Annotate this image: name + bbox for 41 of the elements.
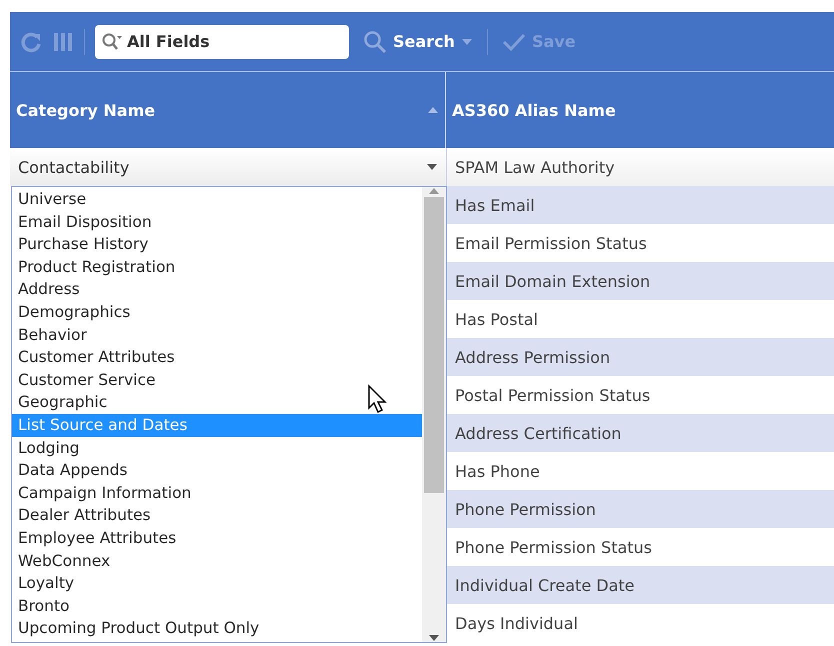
dropdown-option[interactable]: Customer Attributes <box>12 346 422 369</box>
table-cell: Has Email <box>446 186 834 224</box>
scroll-down-icon <box>428 634 440 642</box>
search-button[interactable]: Search <box>359 24 477 58</box>
column-header[interactable]: Category Name <box>10 72 446 148</box>
search-field[interactable]: All Fields <box>95 24 349 58</box>
dropdown-value: Contactability <box>18 158 130 176</box>
dropdown-option[interactable]: Loyalty <box>12 572 422 595</box>
dropdown-option[interactable]: Purchase History <box>12 233 422 256</box>
dropdown-option[interactable]: Product Registration <box>12 256 422 278</box>
caret-icon <box>426 163 438 171</box>
dropdown-option[interactable]: Lodging <box>12 436 422 460</box>
table-cell: Address Permission <box>446 338 834 376</box>
dropdown-option[interactable]: Universe <box>12 188 422 211</box>
dropdown-option[interactable]: Bronto <box>12 594 422 618</box>
header-label: AS360 Alias Name <box>452 100 616 120</box>
column-header[interactable]: AS360 Alias Name <box>446 72 834 148</box>
dropdown-option[interactable]: Geographic <box>12 391 422 414</box>
dropdown-option[interactable]: Address <box>12 278 422 301</box>
table-cell: Phone Permission <box>446 490 834 528</box>
search-icon <box>363 30 387 54</box>
scrollbar[interactable] <box>422 187 446 642</box>
dropdown-option[interactable]: WebConnex <box>12 550 422 572</box>
dropdown-option[interactable]: Customer Service <box>12 368 422 392</box>
dropdown-option[interactable]: Email Disposition <box>12 210 422 234</box>
search-options-icon[interactable] <box>101 32 123 52</box>
dropdown-option[interactable]: Demographics <box>12 300 422 324</box>
table-cell: SPAM Law Authority <box>446 148 834 186</box>
table-cell: Email Domain Extension <box>446 262 834 300</box>
check-icon <box>502 32 526 52</box>
header-label: Category Name <box>16 100 156 120</box>
dropdown-option[interactable]: Behavior <box>12 324 422 346</box>
cursor-icon <box>367 384 389 414</box>
dropdown-option[interactable]: Employee Attributes <box>12 526 422 550</box>
dropdown-option[interactable]: Dealer Attributes <box>12 504 422 527</box>
dropdown-option[interactable]: Upcoming Product Output Only <box>12 617 422 640</box>
table-cell: Individual Create Date <box>446 566 834 604</box>
caret-icon <box>460 38 473 46</box>
table-cell: Address Certification <box>446 414 834 452</box>
dropdown-option[interactable]: Data Appends <box>12 459 422 482</box>
dropdown-option[interactable]: Campaign Information <box>12 482 422 504</box>
